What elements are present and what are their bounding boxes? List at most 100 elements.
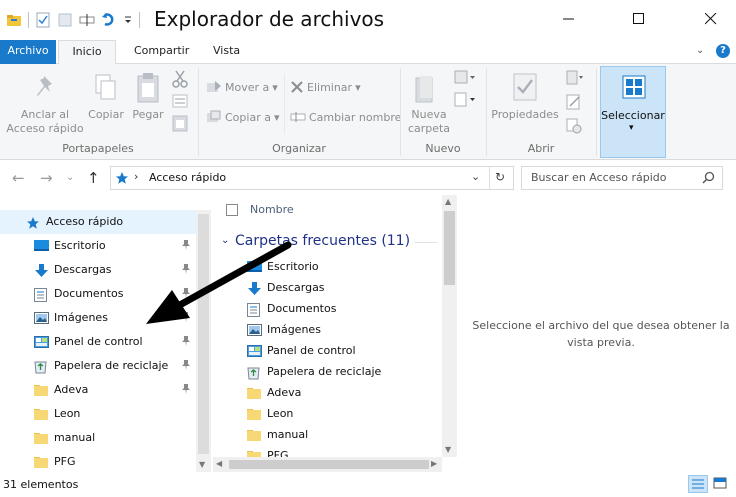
nav-item[interactable]: Documentos <box>0 282 196 306</box>
list-item-label: Adeva <box>267 386 302 399</box>
rename-icon <box>290 112 306 122</box>
history-icon[interactable] <box>566 118 582 137</box>
scroll-right-icon[interactable]: ▶ <box>431 459 437 468</box>
paste-shortcut-icon[interactable] <box>172 114 188 135</box>
pin-icon <box>181 263 191 275</box>
copy-to-label: Copiar a <box>225 110 271 124</box>
move-to-button[interactable]: Mover a ▾ <box>206 80 278 94</box>
help-icon[interactable]: ? <box>716 44 730 58</box>
nav-scrollbar[interactable] <box>196 210 211 472</box>
new-folder-icon[interactable] <box>57 12 73 28</box>
download-icon <box>247 282 261 295</box>
close-button[interactable] <box>688 0 734 38</box>
content-scrollbar[interactable] <box>442 195 457 457</box>
copy-path-icon[interactable] <box>172 94 188 111</box>
paste-button[interactable]: Pegar <box>128 108 168 122</box>
scroll-down-icon[interactable]: ▼ <box>445 445 451 454</box>
large-icons-view-button[interactable] <box>711 475 731 493</box>
copy-button[interactable]: Copiar <box>84 108 128 122</box>
pin-icon <box>181 359 191 371</box>
address-divider <box>489 167 490 189</box>
properties-icon[interactable] <box>35 12 51 28</box>
recent-locations-icon[interactable]: ⌄ <box>66 172 74 183</box>
search-box[interactable]: Buscar en Acceso rápido <box>521 166 723 190</box>
control-panel-icon <box>247 345 262 357</box>
new-folder-label-2: carpeta <box>407 122 451 135</box>
file-list: Nombre ⌄ Carpetas frecuentes (11) Escrit… <box>213 195 457 472</box>
open-icon[interactable] <box>566 70 584 89</box>
nav-item[interactable]: Descargas <box>0 258 196 282</box>
properties-button[interactable]: Propiedades <box>490 108 560 122</box>
maximize-button[interactable] <box>616 0 662 38</box>
cut-icon[interactable] <box>172 70 188 91</box>
folder-icon <box>34 432 48 444</box>
qat-dropdown-icon[interactable] <box>123 12 133 28</box>
column-header-name[interactable]: Nombre <box>250 203 294 216</box>
maximize-icon <box>633 13 644 24</box>
qat-divider-2 <box>139 12 140 28</box>
select-all-checkbox[interactable] <box>226 204 238 216</box>
collapse-ribbon-icon[interactable]: ⌄ <box>696 45 704 56</box>
scroll-up-icon[interactable]: ▲ <box>445 197 451 206</box>
properties-icon <box>512 72 538 105</box>
tab-compartir[interactable]: Compartir <box>124 40 199 64</box>
back-arrow-icon[interactable]: ← <box>12 169 25 187</box>
nav-item[interactable]: Panel de control <box>0 330 196 354</box>
edit-icon[interactable] <box>566 94 582 113</box>
star-icon <box>115 171 129 188</box>
list-item-label: manual <box>267 428 309 441</box>
nav-item[interactable]: PFG <box>0 450 196 474</box>
refresh-icon[interactable]: ↻ <box>495 170 505 184</box>
chevron-down-icon: ▾ <box>629 123 634 133</box>
ribbon-divider <box>486 68 487 156</box>
scroll-down-icon[interactable]: ▼ <box>199 460 205 469</box>
forward-arrow-icon[interactable]: → <box>40 169 53 187</box>
select-button[interactable]: Seleccionar ▾ <box>600 66 666 158</box>
nav-item-label: Panel de control <box>54 335 143 348</box>
pin-quick-access-button[interactable]: Anclar al Acceso rápido <box>4 108 86 136</box>
tab-vista[interactable]: Vista <box>203 40 250 64</box>
easy-access-icon[interactable] <box>454 92 476 111</box>
group-title[interactable]: Carpetas frecuentes (11) <box>235 233 410 249</box>
nav-item[interactable]: Adeva <box>0 378 196 402</box>
new-folder-icon <box>414 74 438 107</box>
rename-button[interactable]: Cambiar nombre <box>290 110 401 124</box>
tab-archivo[interactable]: Archivo <box>0 40 56 64</box>
new-folder-button[interactable]: Nueva carpeta <box>404 108 454 136</box>
nav-item[interactable]: Escritorio <box>0 234 196 258</box>
tab-inicio[interactable]: Inicio <box>58 40 116 65</box>
nav-scrollbar-thumb[interactable] <box>198 214 209 454</box>
nav-item-label: Escritorio <box>54 239 106 252</box>
title-bar: Explorador de archivos <box>0 0 736 40</box>
copy-to-button[interactable]: Copiar a ▾ <box>206 110 279 124</box>
list-item-label: Escritorio <box>267 260 319 273</box>
search-icon[interactable] <box>702 171 715 187</box>
delete-button[interactable]: Eliminar ▾ <box>290 80 361 94</box>
nav-item[interactable]: manual <box>0 426 196 450</box>
nav-item[interactable]: Papelera de reciclaje <box>0 354 196 378</box>
content-hscrollbar-thumb[interactable] <box>229 460 429 469</box>
list-item-label: Descargas <box>267 281 325 294</box>
minimize-button[interactable] <box>546 0 592 38</box>
group-collapse-icon[interactable]: ⌄ <box>221 235 229 246</box>
copy-icon <box>95 74 117 105</box>
address-dropdown-icon[interactable]: ⌄ <box>471 170 480 183</box>
nav-item-quick-access[interactable]: Acceso rápido <box>0 210 196 234</box>
pictures-icon <box>34 312 49 324</box>
scroll-left-icon[interactable]: ◀ <box>216 459 222 468</box>
nav-item[interactable]: Imágenes <box>0 306 196 330</box>
control-panel-icon <box>34 336 49 348</box>
rename-icon[interactable] <box>79 12 95 28</box>
nav-item[interactable]: Leon <box>0 402 196 426</box>
move-to-label: Mover a <box>225 80 270 94</box>
ribbon-divider <box>596 68 597 156</box>
undo-icon[interactable] <box>101 12 117 28</box>
list-item-label: Documentos <box>267 302 337 315</box>
details-view-button[interactable] <box>688 475 708 493</box>
content-hscrollbar[interactable] <box>213 457 442 472</box>
address-bar[interactable]: › Acceso rápido ⌄ ↻ <box>110 166 514 190</box>
new-item-icon[interactable] <box>454 70 476 89</box>
breadcrumb-chevron-icon[interactable]: › <box>134 170 138 183</box>
content-scrollbar-thumb[interactable] <box>444 211 455 285</box>
up-arrow-icon[interactable]: ↑ <box>87 169 100 187</box>
